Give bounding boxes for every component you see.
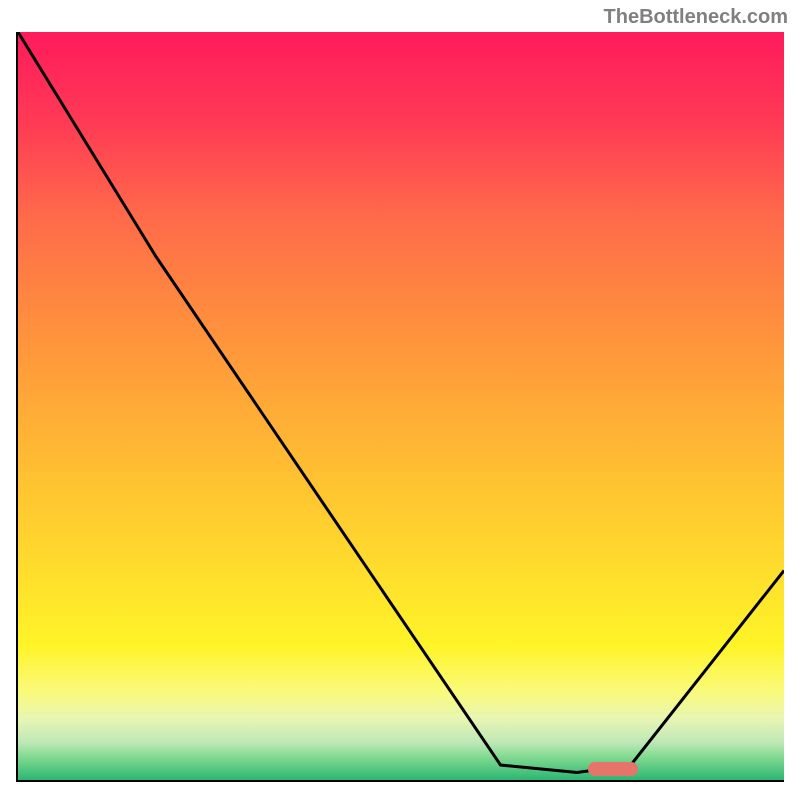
optimal-marker — [588, 762, 638, 776]
curve-line — [18, 32, 784, 780]
watermark-label: TheBottleneck.com — [604, 6, 788, 29]
bottleneck-chart — [16, 32, 784, 782]
